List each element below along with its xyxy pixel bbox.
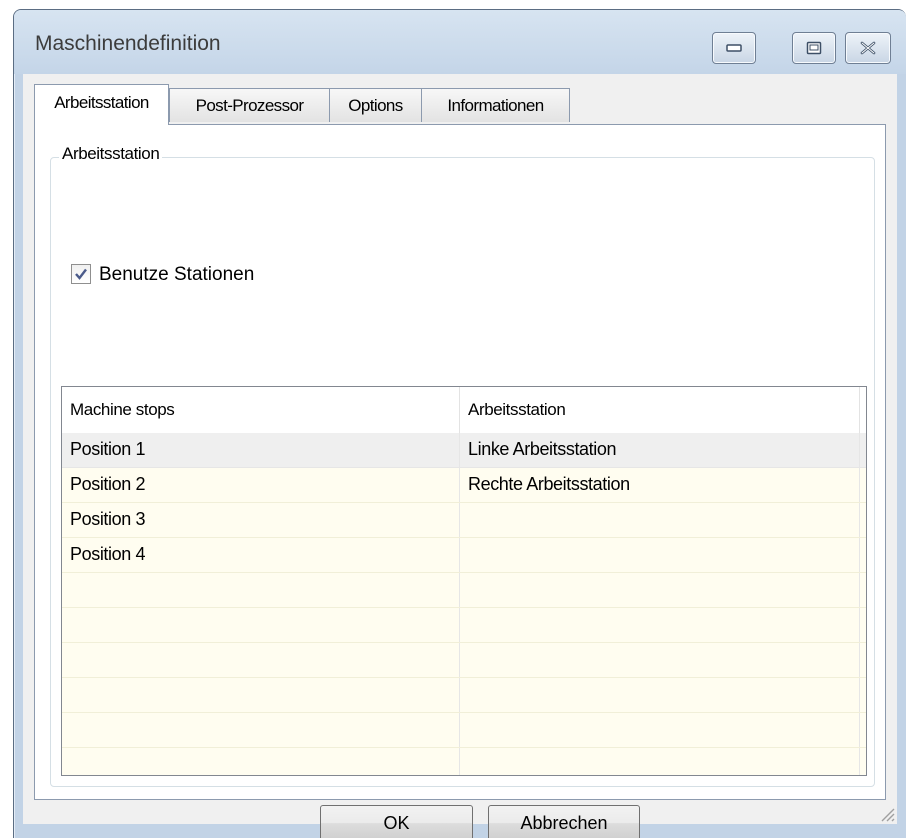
table-row-empty[interactable] [62,678,866,713]
cell-machine-stop[interactable]: Position 2 [62,468,460,502]
table-row-empty[interactable] [62,573,866,608]
cell-arbeitsstation[interactable]: Rechte Arbeitsstation [460,468,860,502]
table-row-empty[interactable] [62,713,866,748]
table-row[interactable]: Position 2 Rechte Arbeitsstation [62,468,866,503]
tab-post-prozessor[interactable]: Post-Prozessor [169,88,330,122]
cell-arbeitsstation[interactable] [460,713,860,747]
cell-arbeitsstation[interactable] [460,538,860,572]
table-row-empty[interactable] [62,643,866,678]
grid-header: Machine stops Arbeitsstation [62,387,866,434]
table-row[interactable]: Position 1 Linke Arbeitsstation [62,433,866,468]
machine-stops-grid[interactable]: Machine stops Arbeitsstation Position 1 … [61,386,867,776]
minimize-icon [726,44,742,52]
groupbox-arbeitsstation: Arbeitsstation Benutze Stationen Machine… [50,144,875,787]
cell-machine-stop[interactable] [62,678,460,712]
cell-machine-stop[interactable] [62,748,460,775]
tab-informationen[interactable]: Informationen [421,88,570,122]
table-row-empty[interactable] [62,748,866,775]
ok-button[interactable]: OK [320,805,473,838]
cancel-button[interactable]: Abbrechen [488,805,640,838]
cell-machine-stop[interactable]: Position 1 [62,433,460,467]
cell-arbeitsstation[interactable] [460,678,860,712]
title-bar[interactable]: Maschinendefinition [14,10,906,74]
cell-machine-stop[interactable] [62,713,460,747]
cell-machine-stop[interactable] [62,643,460,677]
close-button[interactable] [845,32,891,64]
cell-arbeitsstation[interactable] [460,503,860,537]
cell-machine-stop[interactable]: Position 3 [62,503,460,537]
maximize-icon [806,41,822,55]
maximize-button[interactable] [792,32,836,64]
close-icon [860,41,876,55]
cell-arbeitsstation[interactable] [460,608,860,642]
tab-options[interactable]: Options [329,88,422,122]
resize-grip-icon[interactable] [877,804,895,822]
table-row-empty[interactable] [62,608,866,643]
benutze-stationen-label[interactable]: Benutze Stationen [99,264,254,286]
cell-arbeitsstation[interactable] [460,643,860,677]
cell-machine-stop[interactable] [62,573,460,607]
minimize-button[interactable] [712,32,756,64]
groupbox-title: Arbeitsstation [59,144,163,164]
cell-arbeitsstation[interactable]: Linke Arbeitsstation [460,433,860,467]
benutze-stationen-checkbox[interactable] [71,264,91,284]
cell-machine-stop[interactable]: Position 4 [62,538,460,572]
tab-panel: Arbeitsstation Benutze Stationen Machine… [34,124,886,800]
dialog-window: Maschinendefinition Arbeitsstation Post-… [13,9,906,838]
column-header-machine-stops[interactable]: Machine stops [62,387,460,433]
cell-arbeitsstation[interactable] [460,573,860,607]
table-row[interactable]: Position 4 [62,538,866,573]
checkmark-icon [75,268,87,280]
column-header-arbeitsstation[interactable]: Arbeitsstation [460,387,860,433]
grid-rows: Position 1 Linke Arbeitsstation Position… [62,433,866,775]
window-title: Maschinendefinition [35,32,221,55]
cell-machine-stop[interactable] [62,608,460,642]
tab-arbeitsstation[interactable]: Arbeitsstation [34,84,169,125]
table-row[interactable]: Position 3 [62,503,866,538]
cell-arbeitsstation[interactable] [460,748,860,775]
dialog-client-area: Arbeitsstation Post-Prozessor Options In… [23,74,897,838]
